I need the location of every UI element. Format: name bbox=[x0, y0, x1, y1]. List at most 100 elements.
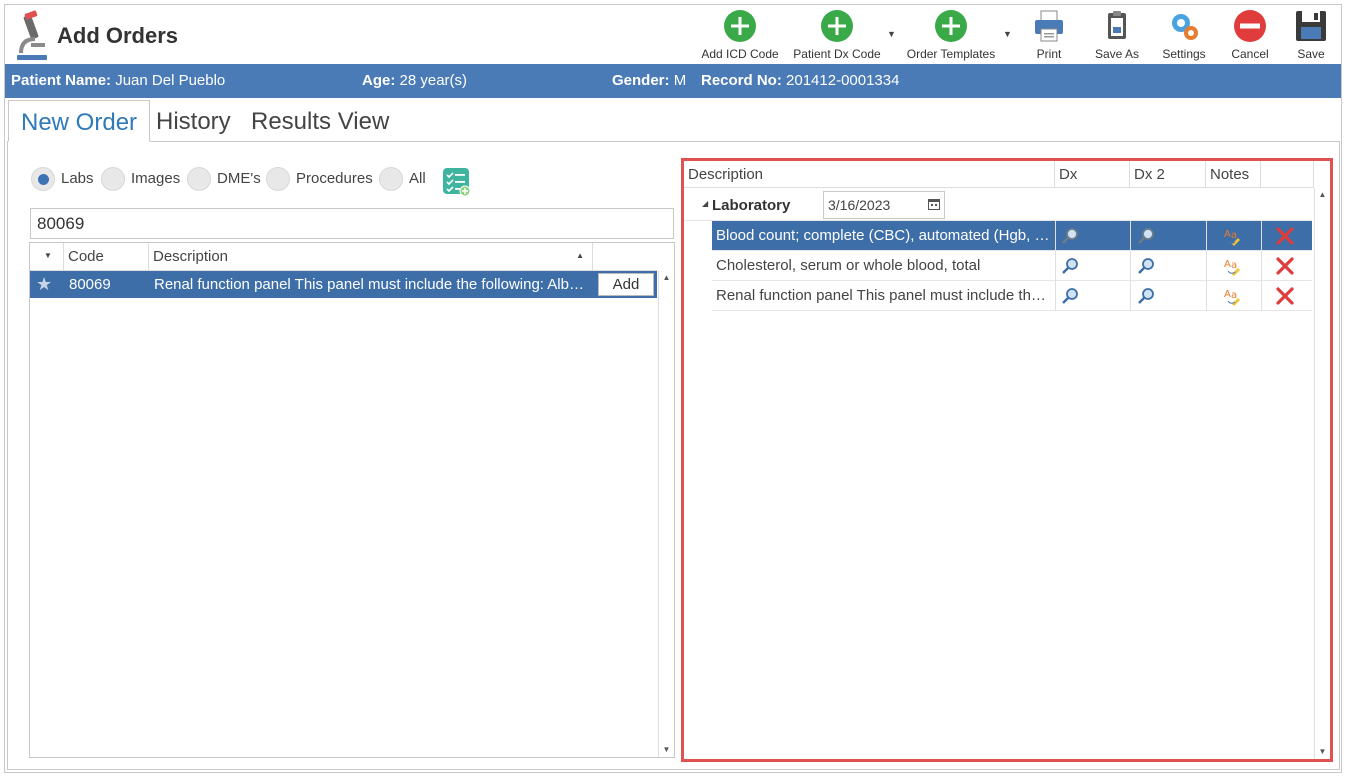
cancel-label: Cancel bbox=[1231, 47, 1269, 61]
column-header-description[interactable]: Description bbox=[684, 161, 1055, 188]
scroll-up-icon[interactable]: ▲ bbox=[1315, 188, 1330, 202]
row-description: Renal function panel This panel must inc… bbox=[154, 276, 588, 293]
column-header-delete bbox=[1261, 161, 1314, 188]
sort-ascending-icon: ▲ bbox=[576, 251, 584, 260]
cell-divider bbox=[1261, 251, 1262, 281]
microscope-icon bbox=[17, 10, 47, 60]
selected-orders-grid: Description Dx Dx 2 Notes ◢ Laboratory 3… bbox=[681, 158, 1333, 762]
scroll-down-icon[interactable]: ▼ bbox=[659, 743, 674, 757]
save-label: Save bbox=[1297, 47, 1325, 61]
patient-gender-label: Gender: bbox=[612, 72, 670, 89]
add-icd-code-button[interactable]: Add ICD Code bbox=[697, 7, 783, 63]
printer-icon bbox=[1035, 10, 1063, 42]
column-header-notes[interactable]: Notes bbox=[1206, 161, 1261, 188]
scroll-down-icon[interactable]: ▼ bbox=[1315, 745, 1330, 759]
star-icon[interactable]: ★ bbox=[36, 274, 52, 295]
column-header-code[interactable]: Code bbox=[64, 243, 149, 270]
vertical-scrollbar[interactable]: ▲ ▼ bbox=[658, 271, 674, 757]
patient-dx-code-button[interactable]: Patient Dx Code bbox=[791, 7, 883, 63]
save-button[interactable]: Save bbox=[1287, 7, 1335, 63]
collapse-icon[interactable]: ◢ bbox=[702, 199, 708, 208]
svg-text:a: a bbox=[1231, 290, 1237, 301]
calendar-icon[interactable] bbox=[928, 198, 940, 210]
radio-dot bbox=[31, 167, 55, 191]
delete-icon[interactable] bbox=[1275, 256, 1295, 276]
plus-circle-icon bbox=[935, 10, 967, 42]
column-header-description[interactable]: Description ▲ bbox=[149, 243, 593, 270]
clipboard-icon bbox=[1108, 11, 1126, 39]
svg-text:a: a bbox=[1231, 260, 1237, 271]
patient-dx-code-label: Patient Dx Code bbox=[793, 47, 881, 61]
order-templates-label: Order Templates bbox=[906, 47, 996, 61]
settings-button[interactable]: Settings bbox=[1155, 7, 1213, 63]
radio-procedures-label: Procedures bbox=[296, 170, 373, 187]
scroll-up-icon[interactable]: ▲ bbox=[659, 271, 674, 285]
delete-icon[interactable] bbox=[1275, 226, 1295, 246]
chevron-down-icon: ▼ bbox=[1003, 29, 1012, 39]
dx2-lookup-icon[interactable] bbox=[1136, 256, 1156, 276]
dx2-lookup-icon[interactable] bbox=[1136, 226, 1156, 246]
cell-divider bbox=[1206, 281, 1207, 311]
notes-icon[interactable]: Aa bbox=[1223, 286, 1243, 306]
chevron-down-icon: ▼ bbox=[887, 29, 896, 39]
dx-lookup-icon[interactable] bbox=[1060, 286, 1080, 306]
table-row[interactable]: ★ 80069 Renal function panel This panel … bbox=[30, 271, 657, 298]
radio-dot bbox=[101, 167, 125, 191]
radio-all-label: All bbox=[409, 170, 426, 187]
svg-text:A: A bbox=[1224, 259, 1231, 270]
order-row[interactable]: Renal function panel This panel must inc… bbox=[712, 281, 1312, 311]
floppy-disk-icon bbox=[1296, 11, 1326, 41]
patient-info-bar: Patient Name: Juan Del Pueblo Age: 28 ye… bbox=[5, 64, 1341, 98]
save-as-button[interactable]: Save As bbox=[1089, 7, 1145, 63]
column-header-dx2[interactable]: Dx 2 bbox=[1130, 161, 1206, 188]
patient-name: Patient Name: Juan Del Pueblo bbox=[11, 72, 225, 89]
patient-dx-dropdown[interactable]: ▼ bbox=[885, 7, 899, 63]
cell-divider bbox=[1130, 221, 1131, 251]
grid-header: Description Dx Dx 2 Notes bbox=[684, 161, 1314, 188]
order-row[interactable]: Cholesterol, serum or whole blood, total… bbox=[712, 251, 1312, 281]
cell-divider bbox=[1261, 281, 1262, 311]
patient-age-value: 28 year(s) bbox=[399, 72, 468, 89]
order-templates-button[interactable]: Order Templates bbox=[903, 7, 999, 63]
radio-images-label: Images bbox=[131, 170, 181, 187]
cancel-button[interactable]: Cancel bbox=[1223, 7, 1277, 63]
radio-dot bbox=[187, 167, 211, 191]
patient-gender: Gender: M bbox=[612, 72, 686, 89]
dx-lookup-icon[interactable] bbox=[1060, 256, 1080, 276]
dx-lookup-icon[interactable] bbox=[1060, 226, 1080, 246]
row-code: 80069 bbox=[69, 276, 111, 293]
plus-circle-icon bbox=[821, 10, 853, 42]
cell-divider bbox=[1055, 281, 1056, 311]
plus-circle-icon bbox=[724, 10, 756, 42]
order-date-picker[interactable]: 3/16/2023 bbox=[823, 191, 945, 219]
order-row[interactable]: Blood count; complete (CBC), automated (… bbox=[712, 221, 1312, 251]
column-header-dx[interactable]: Dx bbox=[1055, 161, 1130, 188]
vertical-scrollbar[interactable]: ▲ ▼ bbox=[1314, 188, 1330, 759]
save-as-label: Save As bbox=[1094, 47, 1140, 61]
add-button[interactable]: Add bbox=[598, 273, 654, 296]
chevron-down-icon: ▼ bbox=[44, 251, 52, 260]
notes-icon[interactable]: Aa bbox=[1223, 256, 1243, 276]
tab-new-order[interactable]: New Order bbox=[8, 100, 151, 142]
search-input[interactable] bbox=[30, 208, 674, 239]
cell-divider bbox=[1206, 251, 1207, 281]
column-chooser[interactable]: ▼ bbox=[30, 243, 64, 270]
order-description: Blood count; complete (CBC), automated (… bbox=[716, 227, 1052, 244]
tab-history[interactable]: History bbox=[144, 100, 243, 142]
delete-icon[interactable] bbox=[1275, 286, 1295, 306]
cell-divider bbox=[1130, 251, 1131, 281]
order-templates-dropdown[interactable]: ▼ bbox=[1001, 7, 1015, 63]
svg-text:A: A bbox=[1224, 229, 1231, 240]
svg-text:a: a bbox=[1231, 230, 1237, 241]
checklist-add-icon[interactable] bbox=[442, 167, 472, 197]
patient-name-value: Juan Del Pueblo bbox=[115, 72, 226, 89]
print-label: Print bbox=[1036, 47, 1062, 61]
tab-results-view[interactable]: Results View bbox=[239, 100, 401, 142]
gear-icon bbox=[1172, 14, 1198, 40]
dx2-lookup-icon[interactable] bbox=[1136, 286, 1156, 306]
notes-icon[interactable]: Aa bbox=[1223, 226, 1243, 246]
group-row-laboratory[interactable]: ◢ Laboratory 3/16/2023 bbox=[684, 189, 1312, 221]
print-button[interactable]: Print bbox=[1023, 7, 1075, 63]
group-label: Laboratory bbox=[712, 197, 791, 214]
radio-dot bbox=[379, 167, 403, 191]
